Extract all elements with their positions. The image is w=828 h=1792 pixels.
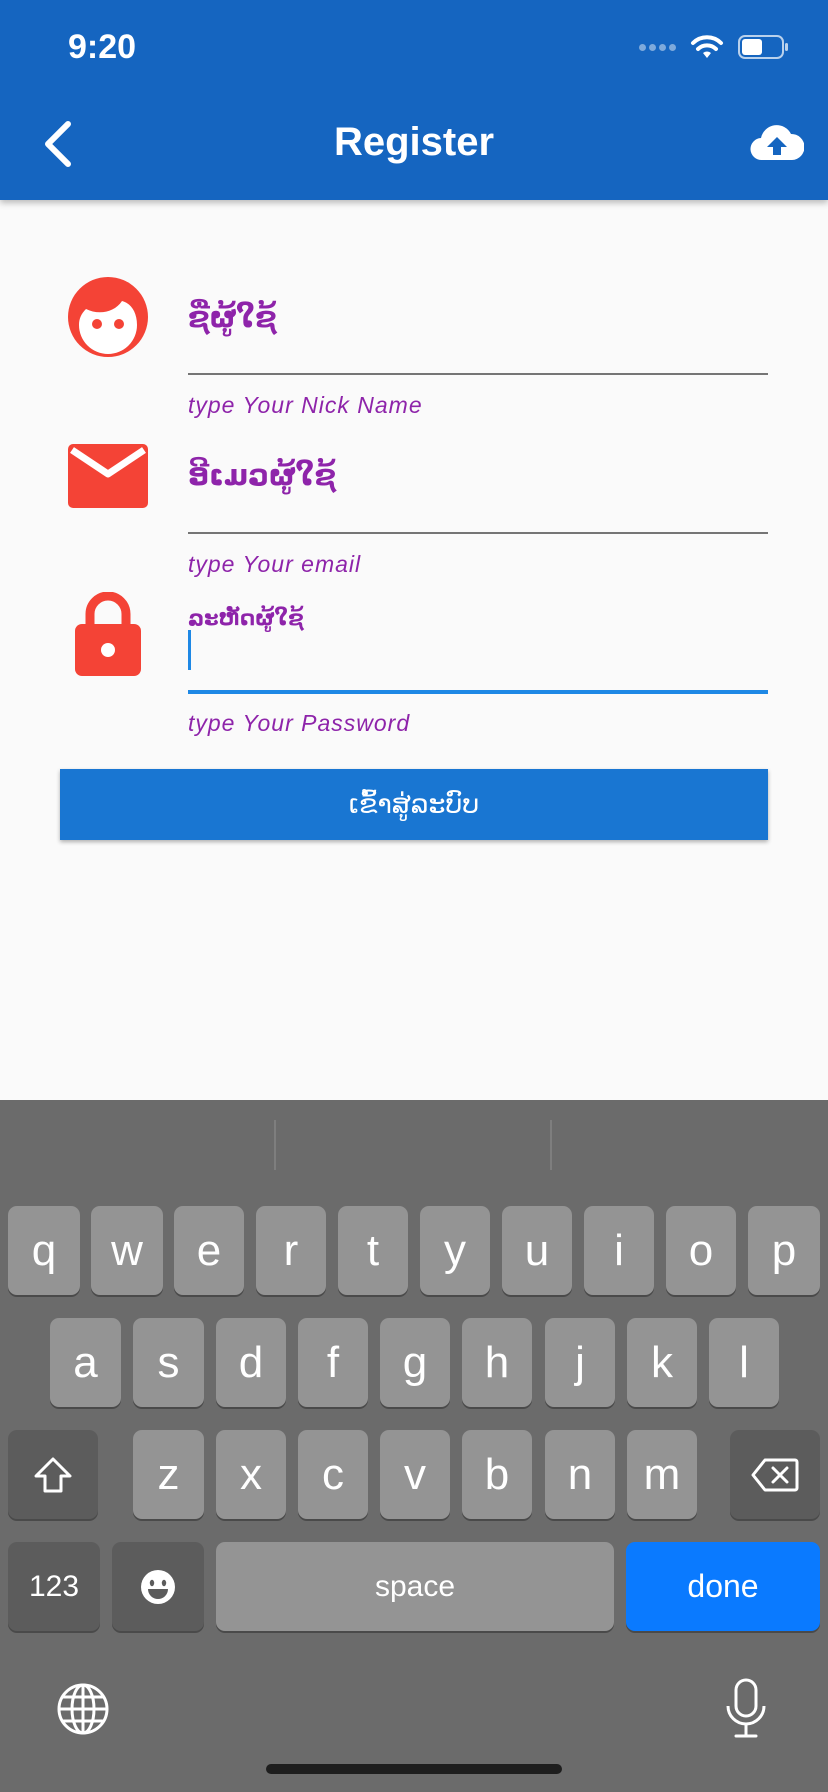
key-t[interactable]: t bbox=[338, 1206, 408, 1295]
key-u[interactable]: u bbox=[502, 1206, 572, 1295]
numbers-key[interactable]: 123 bbox=[8, 1542, 100, 1631]
key-g[interactable]: g bbox=[380, 1318, 450, 1407]
key-n[interactable]: n bbox=[545, 1430, 615, 1519]
key-i[interactable]: i bbox=[584, 1206, 654, 1295]
battery-icon bbox=[738, 35, 788, 59]
key-r[interactable]: r bbox=[256, 1206, 326, 1295]
text-caret bbox=[188, 630, 191, 670]
shift-icon bbox=[34, 1457, 72, 1492]
key-p[interactable]: p bbox=[748, 1206, 820, 1295]
email-label: ອີເມວຜູ້ໃຊ້ bbox=[188, 458, 337, 492]
done-key[interactable]: done bbox=[626, 1542, 820, 1631]
key-b[interactable]: b bbox=[462, 1430, 532, 1519]
key-m[interactable]: m bbox=[627, 1430, 697, 1519]
key-y[interactable]: y bbox=[420, 1206, 490, 1295]
key-f[interactable]: f bbox=[298, 1318, 368, 1407]
emoji-key[interactable] bbox=[112, 1542, 204, 1631]
suggestion-divider bbox=[274, 1120, 276, 1170]
keyboard: q w e r t y u i o p a s d f g h j k l z … bbox=[0, 1100, 828, 1792]
key-j[interactable]: j bbox=[545, 1318, 615, 1407]
status-icons bbox=[639, 34, 790, 60]
key-e[interactable]: e bbox=[174, 1206, 244, 1295]
status-time: 9:20 bbox=[68, 28, 137, 66]
face-icon bbox=[68, 277, 148, 357]
microphone-icon[interactable] bbox=[724, 1678, 768, 1740]
signal-icon bbox=[639, 43, 676, 51]
app-bar: 9:20 Register bbox=[0, 0, 828, 200]
suggestion-divider bbox=[550, 1120, 552, 1170]
key-s[interactable]: s bbox=[133, 1318, 204, 1407]
key-q[interactable]: q bbox=[8, 1206, 80, 1295]
key-k[interactable]: k bbox=[627, 1318, 697, 1407]
key-l[interactable]: l bbox=[709, 1318, 779, 1407]
key-o[interactable]: o bbox=[666, 1206, 736, 1295]
password-field[interactable]: ລະຫັດຜູ້ໃຊ້ bbox=[188, 606, 768, 696]
mail-icon bbox=[68, 444, 148, 508]
key-z[interactable]: z bbox=[133, 1430, 204, 1519]
email-helper: type Your email bbox=[188, 551, 362, 577]
key-w[interactable]: w bbox=[91, 1206, 163, 1295]
page-title: Register bbox=[333, 120, 495, 164]
space-key[interactable]: space bbox=[216, 1542, 614, 1631]
login-button[interactable]: ເຂົ້າສູ່ລະບົບ bbox=[60, 769, 768, 840]
lock-icon bbox=[75, 592, 141, 676]
key-v[interactable]: v bbox=[380, 1430, 450, 1519]
shift-key[interactable] bbox=[8, 1430, 98, 1519]
email-field[interactable]: ອີເມວຜູ້ໃຊ້ bbox=[188, 450, 768, 536]
cloud-upload-icon[interactable] bbox=[750, 120, 804, 166]
backspace-icon bbox=[751, 1458, 799, 1491]
password-helper: type Your Password bbox=[188, 710, 411, 736]
password-underline bbox=[188, 690, 768, 694]
password-label: ລະຫັດຜູ້ໃຊ້ bbox=[188, 606, 304, 630]
home-indicator bbox=[266, 1764, 562, 1774]
key-h[interactable]: h bbox=[462, 1318, 532, 1407]
nickname-underline bbox=[188, 373, 768, 375]
globe-icon[interactable] bbox=[56, 1682, 110, 1736]
emoji-icon bbox=[141, 1569, 175, 1604]
key-d[interactable]: d bbox=[216, 1318, 286, 1407]
nickname-label: ຊື່ຜູ້ໃຊ້ bbox=[188, 300, 277, 334]
key-a[interactable]: a bbox=[50, 1318, 121, 1407]
email-underline bbox=[188, 532, 768, 534]
key-x[interactable]: x bbox=[216, 1430, 286, 1519]
wifi-icon bbox=[691, 35, 723, 58]
nickname-field[interactable]: ຊື່ຜູ້ໃຊ້ bbox=[188, 290, 768, 376]
delete-key[interactable] bbox=[730, 1430, 820, 1519]
key-c[interactable]: c bbox=[298, 1430, 368, 1519]
nickname-helper: type Your Nick Name bbox=[188, 392, 423, 418]
